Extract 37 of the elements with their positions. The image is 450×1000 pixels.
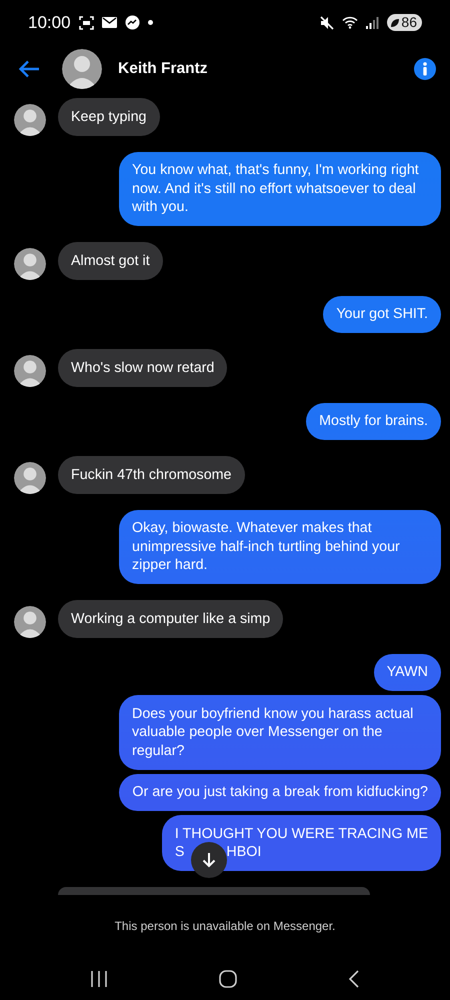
arrow-down-icon [202, 852, 216, 868]
contact-name[interactable]: Keith Frantz [118, 56, 208, 80]
message-bubble: Who's slow now retard [58, 349, 228, 386]
back-nav-button[interactable] [348, 970, 360, 988]
message-bubble: Does your boyfriend know you harass actual valuable people over Messenger on the regular? [119, 695, 441, 770]
message-bubble: Keep typing [58, 98, 160, 136]
screenshot-icon [78, 16, 94, 30]
info-button[interactable] [414, 58, 436, 80]
avatar [14, 354, 46, 386]
avatar [14, 606, 46, 638]
mail-icon [102, 17, 117, 28]
wifi-icon [342, 16, 358, 29]
scroll-down-button[interactable] [190, 842, 227, 878]
message-bubble: Your got SHIT. [323, 296, 441, 333]
clock: 10:00 [28, 12, 71, 34]
recent-apps-button[interactable] [90, 970, 108, 986]
dot-icon [148, 20, 153, 25]
avatar [62, 48, 102, 88]
message-bubble: Okay, biowaste. Whatever makes that unimpressive half-inch turtling behind your zipper hard. [119, 510, 441, 584]
message-bubble: Or are you just taking a break from kidfucking? [119, 774, 441, 811]
home-button[interactable] [219, 970, 237, 988]
message-bubble: Fuckin 47th chromosome [58, 456, 245, 494]
message-bubble: Working a computer like a simp [58, 600, 284, 638]
message-bubble: Almost got it [58, 242, 163, 280]
message-bubble: YAWN [374, 654, 441, 691]
avatar [14, 104, 46, 136]
mute-icon [320, 16, 334, 30]
message-bubble: Mostly for brains. [306, 402, 441, 440]
avatar [14, 248, 46, 280]
message-bubble: You know what, that's funny, I'm working right now. And it's still no effort whatsoever to deal with you. [119, 152, 441, 226]
leaf-icon [390, 18, 400, 28]
unavailable-notice: This person is unavailable on Messenger. [114, 918, 336, 935]
battery-indicator: 86 [387, 14, 422, 31]
messenger-icon [124, 15, 140, 30]
avatar [14, 462, 46, 494]
back-button[interactable] [18, 60, 40, 78]
signal-icon [366, 16, 380, 28]
